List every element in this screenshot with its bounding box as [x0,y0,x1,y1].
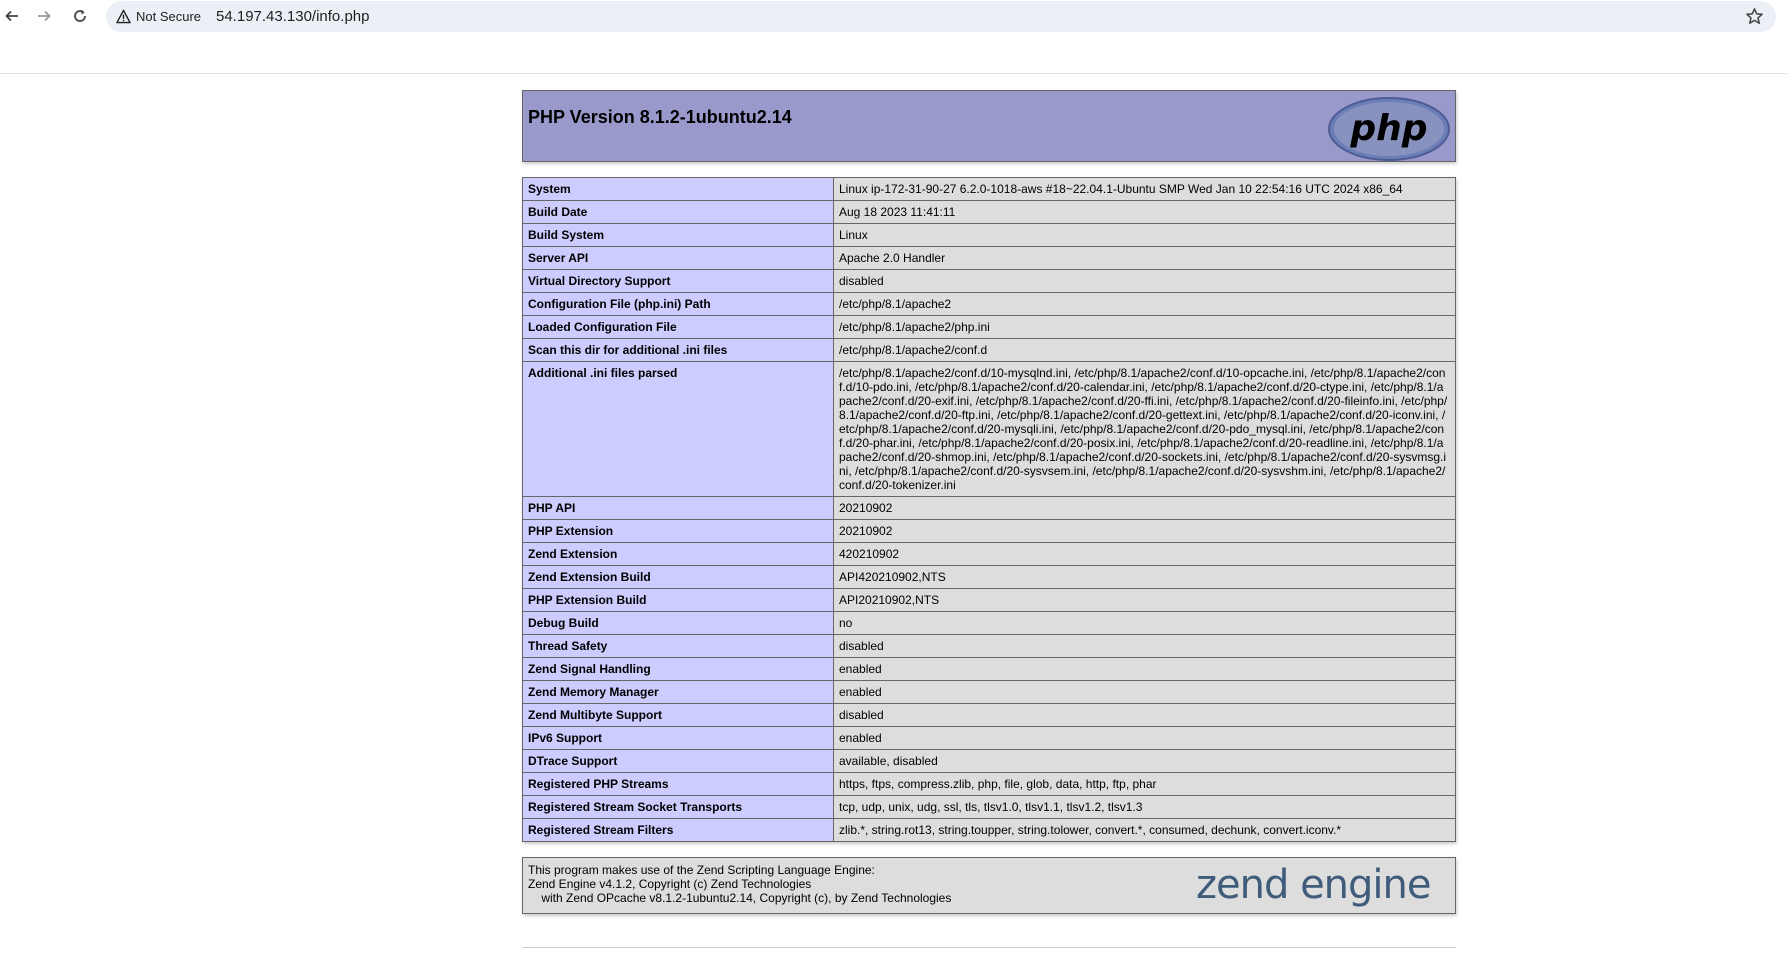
zend-credits: This program makes use of the Zend Scrip… [528,863,951,905]
info-row-value: /etc/php/8.1/apache2 [833,292,1456,316]
info-row-label: PHP Extension [522,519,834,543]
info-row-label: System [522,177,834,201]
info-row: Configuration File (php.ini) Path/etc/ph… [522,292,1456,316]
info-row: Debug Build no [522,611,1456,635]
info-row: Virtual Directory Support disabled [522,269,1456,293]
info-row: PHP Extension Build API20210902,NTS [522,588,1456,612]
info-row-label: Thread Safety [522,634,834,658]
back-button[interactable] [0,4,24,28]
info-row-label: Registered Stream Filters [522,818,834,842]
info-row-value: Aug 18 2023 11:41:11 [833,200,1456,224]
info-row: Additional .ini files parsed/etc/php/8.1… [522,361,1456,497]
arrow-right-icon [38,10,51,22]
info-row-value: Linux [833,223,1456,247]
info-row: Registered PHP Streams https, ftps, compr… [522,772,1456,796]
info-row-value: /etc/php/8.1/apache2/php.ini [833,315,1456,339]
info-row-label: IPv6 Support [522,726,834,750]
zend-engine-footer: This program makes use of the Zend Scrip… [522,857,1456,914]
info-row: PHP Extension 20210902 [522,519,1456,543]
info-row: System Linux ip-172-31-90-27 6.2.0-1018-a… [522,177,1456,201]
info-row-value: Apache 2.0 Handler [833,246,1456,270]
address-bar[interactable]: Not Secure 54.197.43.130/info.php [106,1,1776,32]
info-row-value: disabled [833,703,1456,727]
page-title: PHP Version 8.1.2-1ubuntu2.14 [528,107,792,127]
info-row-value: disabled [833,634,1456,658]
info-row-value: enabled [833,726,1456,750]
info-row-label: Zend Extension [522,542,834,566]
info-row-label: Zend Memory Manager [522,680,834,704]
info-row-value: enabled [833,680,1456,704]
info-row-value: 20210902 [833,496,1456,520]
info-row-label: Build System [522,223,834,247]
info-row-label: Zend Multibyte Support [522,703,834,727]
info-row-value: /etc/php/8.1/apache2/conf.d/10-mysqlnd.i… [833,361,1456,497]
info-row-value: available, disabled [833,749,1456,773]
info-row-value: 20210902 [833,519,1456,543]
info-row: Zend Multibyte Support disabled [522,703,1456,727]
info-row-value: Linux ip-172-31-90-27 6.2.0-1018-aws #18… [833,177,1456,201]
phpinfo-container: PHP Version 8.1.2-1ubuntu2.14 php System… [522,90,1456,914]
info-row: Scan this dir for additional .ini files /… [522,338,1456,362]
bottom-rule [522,947,1456,948]
info-row-label: Scan this dir for additional .ini files [522,338,834,362]
reload-icon [74,9,86,22]
info-row-value: tcp, udp, unix, udg, ssl, tls, tlsv1.0, … [833,795,1456,819]
info-row: Zend Signal Handling enabled [522,657,1456,681]
info-row-value: /etc/php/8.1/apache2/conf.d [833,338,1456,362]
info-row: Registered Stream Filters zlib.*, string.… [522,818,1456,842]
info-row-label: PHP Extension Build [522,588,834,612]
info-row-value: disabled [833,269,1456,293]
zend-credit-line-1: This program makes use of the Zend Scrip… [528,863,875,877]
info-row: Zend Extension 420210902 [522,542,1456,566]
info-row: Zend Extension Build API420210902,NTS [522,565,1456,589]
php-version-header: PHP Version 8.1.2-1ubuntu2.14 php [522,90,1456,162]
info-row-label: Registered PHP Streams [522,772,834,796]
info-row-label: Loaded Configuration File [522,315,834,339]
info-row-label: DTrace Support [522,749,834,773]
info-row-label: Configuration File (php.ini) Path [522,292,834,316]
info-row-label: Additional .ini files parsed [522,361,834,497]
zend-credit-line-3: with Zend OPcache v8.1.2-1ubuntu2.14, Co… [528,891,952,905]
info-row-value: zlib.*, string.rot13, string.toupper, st… [833,818,1456,842]
info-row: Zend Memory Manager enabled [522,680,1456,704]
star-icon[interactable] [1745,7,1764,26]
info-row-label: Debug Build [522,611,834,635]
zend-engine-logo[interactable]: zend engine [1196,862,1450,910]
php-info-table: System Linux ip-172-31-90-27 6.2.0-1018-a… [522,177,1456,842]
php-logo-text: php [1349,108,1427,149]
info-row: DTrace Support available, disabled [522,749,1456,773]
info-row-label: Zend Signal Handling [522,657,834,681]
info-row-label: Virtual Directory Support [522,269,834,293]
php-logo[interactable]: php [1327,95,1451,163]
zend-credit-line-2: Zend Engine v4.1.2, Copyright (c) Zend T… [528,877,812,891]
info-row-label: Zend Extension Build [522,565,834,589]
info-row-value: enabled [833,657,1456,681]
info-row: PHP API 20210902 [522,496,1456,520]
security-status-label[interactable]: Not Secure [136,9,201,24]
info-row: Thread Safety disabled [522,634,1456,658]
info-row: Build System Linux [522,223,1456,247]
info-row-value: 420210902 [833,542,1456,566]
info-row: Loaded Configuration File/etc/php/8.1/ap… [522,315,1456,339]
info-row-label: Server API [522,246,834,270]
info-row-value: API20210902,NTS [833,588,1456,612]
toolbar-divider [0,73,1787,74]
url-text[interactable]: 54.197.43.130/info.php [216,8,369,25]
zend-logo-text: zend engine [1196,862,1431,908]
info-row-label: Build Date [522,200,834,224]
browser-toolbar: Not Secure 54.197.43.130/info.php [0,0,1787,33]
info-row-value: https, ftps, compress.zlib, php, file, g… [833,772,1456,796]
warning-triangle-icon[interactable] [116,9,131,24]
arrow-left-icon [5,10,18,22]
info-row-value: no [833,611,1456,635]
forward-button[interactable] [32,4,56,28]
info-row-value: API420210902,NTS [833,565,1456,589]
info-row: Server API Apache 2.0 Handler [522,246,1456,270]
info-row-label: Registered Stream Socket Transports [522,795,834,819]
reload-button[interactable] [68,4,92,28]
info-row: Build Date Aug 18 2023 11:41:11 [522,200,1456,224]
info-row: IPv6 Support enabled [522,726,1456,750]
info-row: Registered Stream Socket Transports tcp, … [522,795,1456,819]
info-row-label: PHP API [522,496,834,520]
